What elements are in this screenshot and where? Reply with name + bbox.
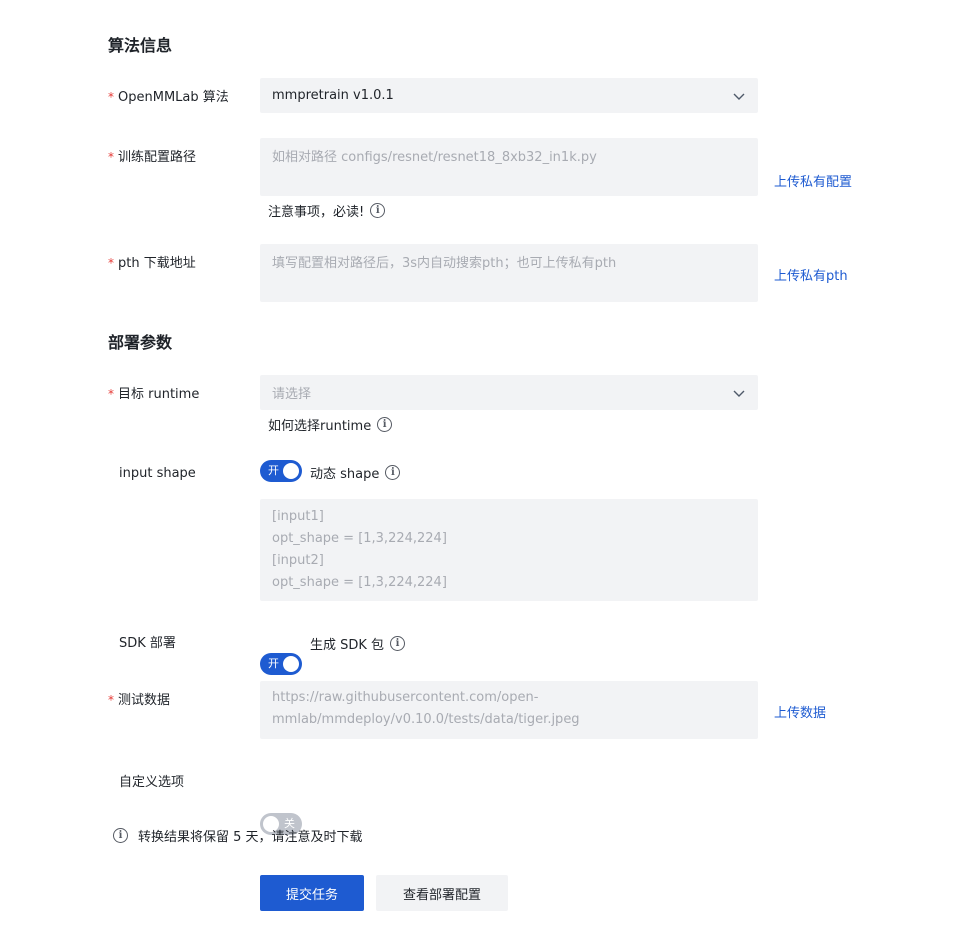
sdk-switch-label: 生成 SDK 包 i — [310, 634, 406, 653]
test-data-placeholder-line: mmlab/mmdeploy/v0.10.0/tests/data/tiger.… — [272, 712, 580, 727]
runtime-help-text: 如何选择runtime — [268, 419, 372, 434]
switch-state-text: 开 — [268, 464, 279, 477]
retention-note: i 转换结果将保留 5 天，请注意及时下载 — [113, 826, 363, 845]
dynamic-shape-switch[interactable]: 开 — [260, 460, 302, 482]
algorithm-select[interactable]: mmpretrain v1.0.1 — [260, 78, 758, 113]
train-config-label: * 训练配置路径 — [108, 146, 196, 165]
info-icon[interactable]: i — [390, 636, 406, 651]
sdk-label: SDK 部署 — [119, 636, 176, 651]
test-data-label: * 测试数据 — [108, 689, 170, 708]
section-title-algorithm: 算法信息 — [108, 36, 173, 55]
input-shape-line: [input1] — [272, 509, 324, 524]
switch-state-text: 开 — [268, 657, 279, 670]
chevron-down-icon — [733, 390, 745, 397]
pth-label-text: pth 下载地址 — [118, 256, 196, 271]
info-icon[interactable]: i — [377, 417, 393, 432]
test-data-input[interactable]: https://raw.githubusercontent.com/open- … — [260, 681, 758, 739]
switch-knob — [283, 656, 299, 672]
test-data-placeholder-line: https://raw.githubusercontent.com/open- — [272, 690, 539, 705]
input-shape-line: opt_shape = [1,3,224,224] — [272, 575, 447, 590]
custom-options-label: 自定义选项 — [119, 775, 185, 790]
test-data-label-text: 测试数据 — [118, 693, 171, 708]
pth-placeholder: 填写配置相对路径后，3s内自动搜索pth；也可上传私有pth — [272, 256, 617, 271]
runtime-label: * 目标 runtime — [108, 383, 199, 402]
algorithm-label: * OpenMMLab 算法 — [108, 86, 229, 105]
required-mark: * — [108, 387, 114, 401]
chevron-down-icon — [733, 93, 745, 100]
runtime-select-placeholder: 请选择 — [272, 387, 312, 402]
view-deploy-config-button[interactable]: 查看部署配置 — [376, 875, 508, 911]
upload-private-pth-link[interactable]: 上传私有pth — [774, 265, 848, 284]
section-title-deploy: 部署参数 — [108, 333, 173, 352]
upload-data-link[interactable]: 上传数据 — [774, 702, 826, 721]
input-shape-textarea[interactable]: [input1] opt_shape = [1,3,224,224] [inpu… — [260, 499, 758, 601]
required-mark: * — [108, 150, 114, 164]
required-mark: * — [108, 693, 114, 707]
switch-knob — [283, 463, 299, 479]
input-shape-line: [input2] — [272, 553, 324, 568]
info-icon[interactable]: i — [385, 465, 401, 480]
submit-task-button[interactable]: 提交任务 — [260, 875, 364, 911]
train-config-note: 注意事项，必读! i — [268, 201, 386, 220]
train-config-input[interactable]: 如相对路径 configs/resnet/resnet18_8xb32_in1k… — [260, 138, 758, 196]
algorithm-select-value: mmpretrain v1.0.1 — [272, 88, 394, 103]
pth-input[interactable]: 填写配置相对路径后，3s内自动搜索pth；也可上传私有pth — [260, 244, 758, 302]
required-mark: * — [108, 256, 114, 270]
input-shape-line: opt_shape = [1,3,224,224] — [272, 531, 447, 546]
info-icon: i — [113, 828, 128, 843]
runtime-label-text: 目标 runtime — [118, 387, 200, 402]
runtime-select[interactable]: 请选择 — [260, 375, 758, 410]
upload-private-config-link[interactable]: 上传私有配置 — [774, 171, 852, 190]
pth-label: * pth 下载地址 — [108, 252, 196, 271]
retention-note-text: 转换结果将保留 5 天，请注意及时下载 — [138, 830, 363, 845]
sdk-switch[interactable]: 开 — [260, 653, 302, 675]
dynamic-shape-label-text: 动态 shape — [310, 467, 380, 482]
algorithm-label-text: OpenMMLab 算法 — [118, 90, 229, 105]
runtime-help: 如何选择runtime i — [268, 415, 393, 434]
dynamic-shape-label: 动态 shape i — [310, 463, 401, 482]
input-shape-label: input shape — [119, 466, 196, 481]
info-icon[interactable]: i — [370, 203, 386, 218]
train-config-label-text: 训练配置路径 — [118, 150, 197, 165]
train-config-note-text: 注意事项，必读! — [268, 205, 365, 220]
required-mark: * — [108, 90, 114, 104]
sdk-switch-label-text: 生成 SDK 包 — [310, 638, 385, 653]
train-config-placeholder: 如相对路径 configs/resnet/resnet18_8xb32_in1k… — [272, 150, 597, 165]
